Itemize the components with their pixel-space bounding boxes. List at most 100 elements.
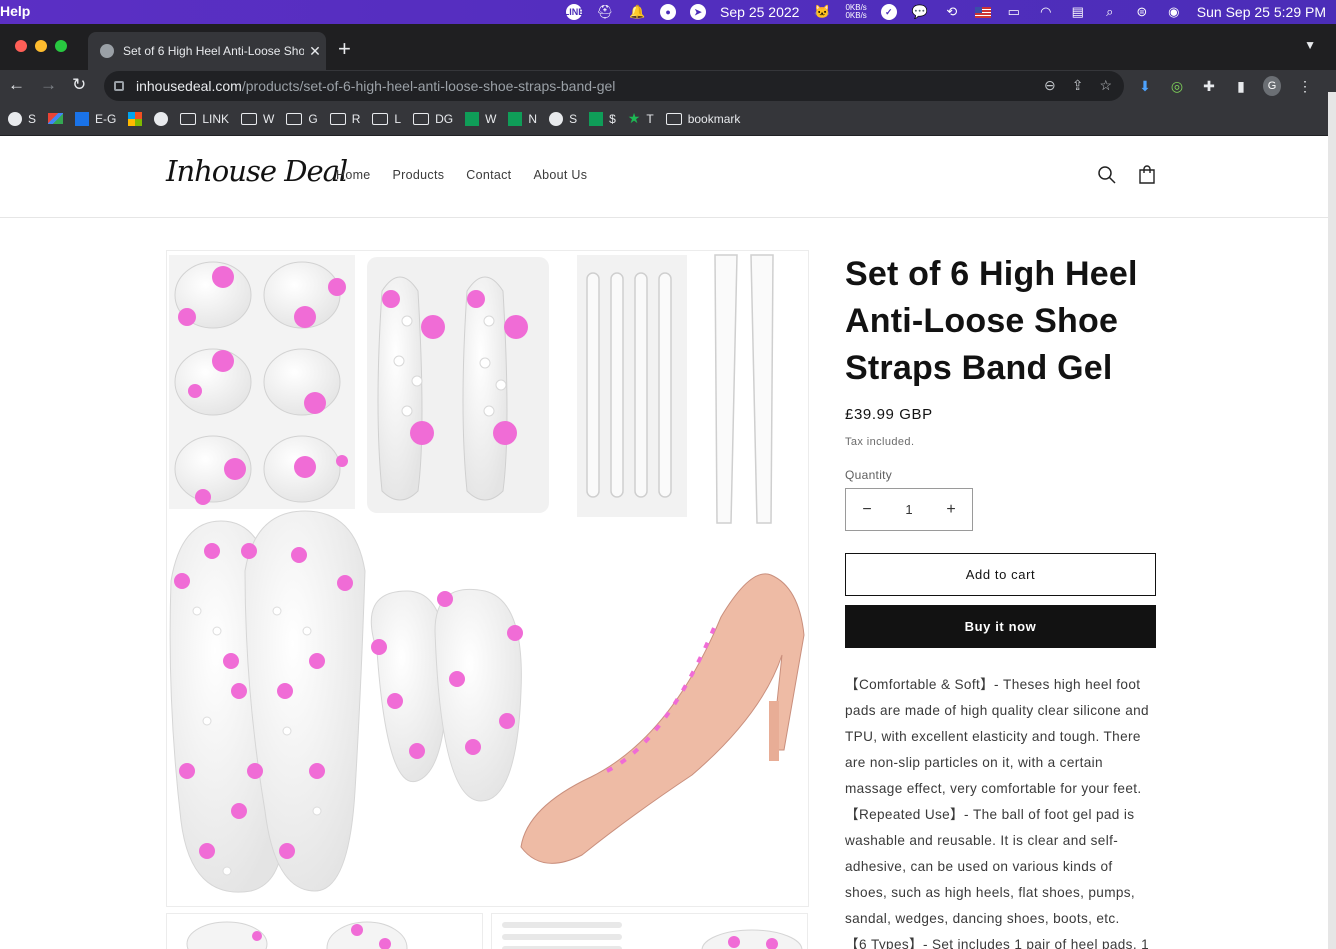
browser-tab-active[interactable]: Set of 6 High Heel Anti-Loose Shoe Strap… xyxy=(88,32,326,70)
lock-icon[interactable] xyxy=(114,81,124,91)
bookmark-label: T xyxy=(646,111,654,126)
control-center-icon[interactable]: ⊜ xyxy=(1133,4,1151,20)
bookmark-item[interactable]: G xyxy=(286,111,318,126)
date-short: Sep 25 2022 xyxy=(720,4,800,20)
nav-about-us[interactable]: About Us xyxy=(533,168,587,182)
viking-helmet-icon[interactable]: ⛑ xyxy=(596,4,614,20)
browser-tab-strip: Set of 6 High Heel Anti-Loose Shoe Strap… xyxy=(0,24,1336,70)
notification-bell-icon[interactable]: 🔔 xyxy=(628,4,646,20)
web-page: Inhouse Deal Home Products Contact About… xyxy=(0,136,1328,949)
add-to-cart-button[interactable]: Add to cart xyxy=(845,553,1156,596)
sheets-icon xyxy=(589,111,604,126)
bookmark-label: LINK xyxy=(202,111,230,126)
minimize-window-button[interactable] xyxy=(35,40,47,52)
spotlight-search-icon[interactable]: ⌕ xyxy=(1101,4,1119,20)
bookmark-star-icon[interactable]: ☆ xyxy=(1099,77,1112,94)
address-bar[interactable]: inhousedeal.com/products/set-of-6-high-h… xyxy=(104,71,1124,101)
clock[interactable]: Sun Sep 25 5:29 PM xyxy=(1197,4,1326,20)
macos-menubar: Help LINE ⛑ 🔔 ● ➤ Sep 25 2022 🐱 0KB/s 0KB… xyxy=(0,0,1336,24)
sheets-icon xyxy=(508,111,523,126)
reload-icon[interactable]: ↻ xyxy=(72,75,86,95)
app-menu-help[interactable]: Help xyxy=(0,3,30,19)
product-price: £39.99 GBP xyxy=(845,406,933,423)
bookmark-label: bookmark xyxy=(687,111,741,126)
share-icon[interactable]: ⇪ xyxy=(1072,77,1084,94)
folder-icon xyxy=(241,112,258,125)
url-host: inhousedeal.com xyxy=(136,78,242,94)
buy-it-now-button[interactable]: Buy it now xyxy=(845,605,1156,648)
product-thumbnail-2[interactable] xyxy=(491,913,808,949)
memory-icon[interactable]: ▤ xyxy=(1069,4,1087,20)
folder-icon xyxy=(286,112,303,125)
bookmark-label: G xyxy=(308,111,318,126)
star-icon: ★ xyxy=(627,110,641,126)
bookmark-item[interactable]: R xyxy=(329,111,361,126)
back-arrow-icon[interactable]: ← xyxy=(8,75,25,95)
arrow-circle-icon[interactable]: ➤ xyxy=(690,4,707,20)
nav-home[interactable]: Home xyxy=(336,168,371,182)
siri-icon[interactable]: ◉ xyxy=(1165,4,1183,20)
time-machine-icon[interactable]: ⟲ xyxy=(943,4,961,20)
nav-products[interactable]: Products xyxy=(393,168,445,182)
cat-icon[interactable]: 🐱 xyxy=(813,4,831,20)
folder-icon xyxy=(665,112,682,125)
sheets-icon xyxy=(465,111,480,126)
wechat-icon[interactable]: 💬 xyxy=(911,4,929,20)
messenger-icon[interactable]: ● xyxy=(660,4,677,20)
bookmark-item[interactable] xyxy=(128,111,143,126)
bookmark-label: N xyxy=(528,111,538,126)
bookmark-item[interactable]: S xyxy=(8,111,36,126)
net-down: 0KB/s xyxy=(845,11,867,20)
bookmark-item[interactable]: W xyxy=(241,112,274,126)
search-icon[interactable] xyxy=(1096,164,1118,186)
download-extension-icon[interactable]: ⬇ xyxy=(1136,77,1154,95)
us-flag-icon[interactable] xyxy=(974,6,991,18)
microsoft-icon xyxy=(128,111,143,126)
profile-avatar[interactable]: G xyxy=(1263,76,1281,96)
bookmark-label: R xyxy=(351,111,361,126)
checkmark-icon[interactable]: ✓ xyxy=(880,4,897,20)
bookmark-item[interactable]: DG xyxy=(413,112,453,126)
nav-contact[interactable]: Contact xyxy=(466,168,511,182)
globe-icon xyxy=(549,111,564,126)
site-logo[interactable]: Inhouse Deal xyxy=(166,154,348,188)
zoom-out-icon[interactable]: ⊖ xyxy=(1044,77,1056,94)
bookmark-item[interactable]: bookmark xyxy=(665,111,741,126)
description-paragraph-1: 【Comfortable & Soft】- Theses high heel f… xyxy=(845,677,1149,796)
line-icon[interactable]: LINE xyxy=(564,4,584,20)
chrome-menu-icon[interactable]: ⋮ xyxy=(1296,77,1314,95)
green-circle-extension-icon[interactable]: ◎ xyxy=(1168,77,1186,95)
tab-search-chevron-icon[interactable]: ▼ xyxy=(1304,38,1316,52)
forward-arrow-icon[interactable]: → xyxy=(40,75,57,95)
bookmark-item[interactable]: $ xyxy=(589,111,616,126)
close-window-button[interactable] xyxy=(15,40,27,52)
wifi-icon[interactable]: ◠ xyxy=(1037,4,1055,20)
tax-note: Tax included. xyxy=(845,436,915,448)
bookmark-item[interactable]: LINK xyxy=(180,112,229,126)
bookmark-item[interactable]: N xyxy=(508,111,538,126)
bookmark-item[interactable]: W xyxy=(465,111,496,126)
increase-quantity-button[interactable]: + xyxy=(930,501,972,519)
bookmark-item[interactable]: L xyxy=(372,112,401,126)
cart-icon[interactable] xyxy=(1136,164,1158,186)
product-thumbnail-1[interactable] xyxy=(166,913,483,949)
bookmark-item[interactable]: ★ T xyxy=(628,110,654,127)
bookmark-item[interactable]: S xyxy=(549,111,577,126)
product-main-image[interactable] xyxy=(166,250,809,907)
decrease-quantity-button[interactable]: − xyxy=(846,501,888,519)
bookmark-item[interactable] xyxy=(154,111,169,126)
battery-icon[interactable]: ▭ xyxy=(1005,4,1023,20)
side-panel-icon[interactable]: ▮ xyxy=(1232,77,1250,95)
quantity-input[interactable]: 1 xyxy=(888,502,930,517)
bookmark-item[interactable]: E-G xyxy=(75,111,116,126)
tab-close-icon[interactable]: ✕ xyxy=(304,43,326,60)
zoom-window-button[interactable] xyxy=(55,40,67,52)
tab-favicon-icon xyxy=(100,44,114,58)
gmail-icon xyxy=(48,113,64,124)
globe-icon xyxy=(154,111,169,126)
extensions-puzzle-icon[interactable]: ✚ xyxy=(1200,77,1218,95)
product-description: 【Comfortable & Soft】- Theses high heel f… xyxy=(845,672,1157,949)
bookmark-item[interactable] xyxy=(48,113,64,124)
description-paragraph-3: 【6 Types】- Set includes 1 pair of heel p… xyxy=(845,937,1149,949)
new-tab-button[interactable]: + xyxy=(338,36,351,62)
